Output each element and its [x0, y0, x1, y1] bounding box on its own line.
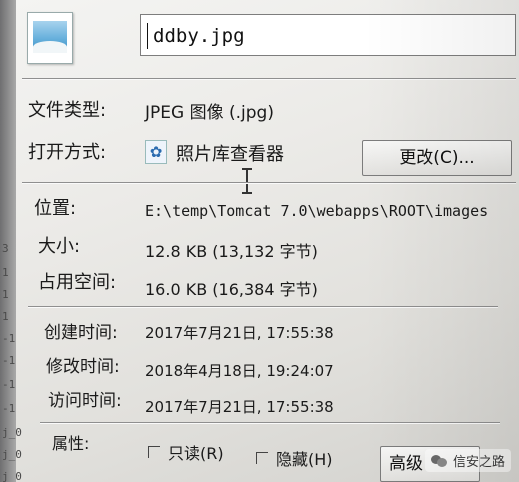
size-on-disk-label: 占用空间: [38, 272, 117, 293]
text-caret [147, 23, 148, 49]
opens-with-app: 照片库查看器 [176, 144, 284, 165]
opens-with-label: 打开方式: [28, 142, 107, 163]
divider-4 [40, 422, 500, 423]
change-button[interactable]: 更改(C)... [362, 140, 512, 176]
location-label: 位置: [34, 198, 77, 219]
readonly-checkbox-row[interactable]: 只读(R) [148, 440, 224, 464]
edge-text: -1 [2, 402, 16, 415]
readonly-checkbox[interactable] [148, 446, 160, 458]
divider-top [22, 78, 516, 79]
modified-label: 修改时间: [46, 357, 120, 377]
location-value: E:\temp\Tomcat 7.0\webapps\ROOT\images [145, 202, 489, 220]
edge-text: 1 [2, 288, 9, 301]
edge-text: -1 [2, 332, 16, 345]
file-type-value: JPEG 图像 (.jpg) [145, 103, 274, 123]
hidden-checkbox-row[interactable]: 隐藏(H) [256, 446, 333, 470]
created-value: 2017年7月21日, 17:55:38 [145, 324, 334, 342]
hidden-label: 隐藏(H) [276, 450, 333, 469]
accessed-value: 2017年7月21日, 17:55:38 [145, 398, 334, 416]
background-window-edge: 3 1 1 1 -1 -1 -1 -1 j_0 j_0 j_0 [0, 230, 22, 482]
size-on-disk-value: 16.0 KB (16,384 字节) [145, 280, 318, 299]
edge-text: 1 [2, 310, 9, 323]
modified-value: 2018年4月18日, 19:24:07 [145, 362, 334, 380]
hidden-checkbox[interactable] [256, 452, 268, 464]
photo-viewer-icon: ✿ [145, 140, 167, 164]
divider-3 [28, 306, 498, 307]
attributes-label: 属性: [52, 434, 90, 453]
accessed-label: 访问时间: [48, 391, 122, 411]
ibeam-cursor-icon [242, 168, 252, 194]
file-type-label: 文件类型: [28, 100, 107, 121]
edge-text: -1 [2, 378, 16, 391]
file-name-box[interactable] [140, 14, 516, 56]
file-name-input[interactable] [151, 21, 495, 51]
edge-text: j_0 [2, 426, 22, 439]
watermark-text: 信安之路 [452, 455, 505, 470]
edge-text: 1 [2, 266, 9, 279]
landscape-thumbnail [33, 21, 67, 53]
image-file-icon [27, 12, 73, 64]
created-label: 创建时间: [44, 323, 118, 343]
edge-text: 3 [2, 242, 9, 255]
watermark: 信安之路 [424, 449, 511, 472]
edge-text: j_0 [2, 448, 22, 461]
readonly-label: 只读(R) [168, 444, 224, 463]
file-properties-dialog: 3 1 1 1 -1 -1 -1 -1 j_0 j_0 j_0 文件类型: JP… [0, 0, 519, 482]
wechat-icon [430, 454, 447, 468]
edge-text: j_0 [2, 470, 22, 482]
size-label: 大小: [38, 236, 81, 257]
divider-2 [22, 182, 516, 183]
size-value: 12.8 KB (13,132 字节) [145, 242, 318, 261]
edge-text: -1 [2, 354, 16, 367]
